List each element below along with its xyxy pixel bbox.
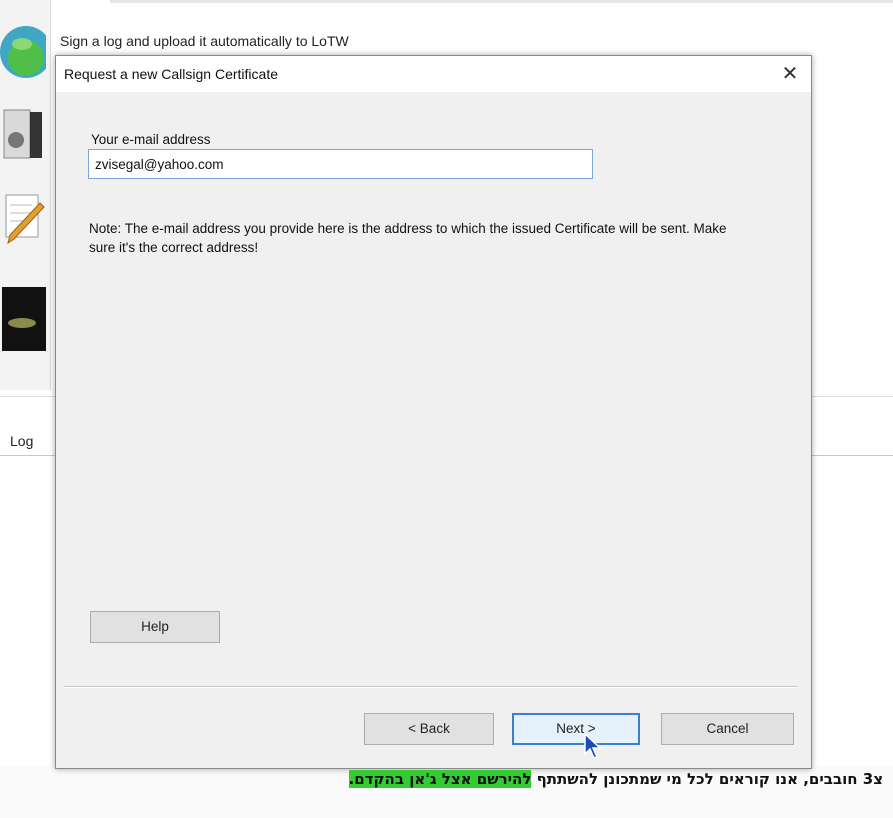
mouse-cursor-icon xyxy=(583,732,605,759)
document-icon[interactable] xyxy=(0,100,46,166)
background-top-line xyxy=(110,0,893,3)
email-note: Note: The e-mail address you provide her… xyxy=(89,221,727,255)
background-toolbar xyxy=(0,0,52,390)
dark-logo-icon[interactable] xyxy=(0,285,46,351)
subtitle-highlight: להירשם אצל ג'אן בהקדם. xyxy=(348,770,532,788)
help-button[interactable]: Help xyxy=(90,611,220,643)
background-caption: Sign a log and upload it automatically t… xyxy=(60,33,349,49)
close-button[interactable]: ✕ xyxy=(775,59,805,89)
back-button[interactable]: < Back xyxy=(364,713,494,745)
email-field[interactable] xyxy=(88,149,593,179)
request-certificate-dialog: Request a new Callsign Certificate ✕ You… xyxy=(55,55,812,769)
button-separator xyxy=(64,686,798,688)
cancel-button[interactable]: Cancel xyxy=(661,713,794,745)
dialog-titlebar[interactable]: Request a new Callsign Certificate ✕ xyxy=(56,56,811,92)
email-label: Your e-mail address xyxy=(91,132,211,147)
background-log-tab[interactable]: Log xyxy=(10,433,33,449)
video-subtitle: צ3 חובבים, אנו קוראים לכל מי שמתכונן להש… xyxy=(348,770,883,788)
globe-icon[interactable] xyxy=(0,18,52,84)
dialog-title: Request a new Callsign Certificate xyxy=(64,66,278,82)
subtitle-text: צ3 חובבים, אנו קוראים לכל מי שמתכונן להש… xyxy=(531,770,883,788)
edit-pencil-icon[interactable] xyxy=(0,185,46,251)
next-button[interactable]: Next > xyxy=(512,713,640,745)
